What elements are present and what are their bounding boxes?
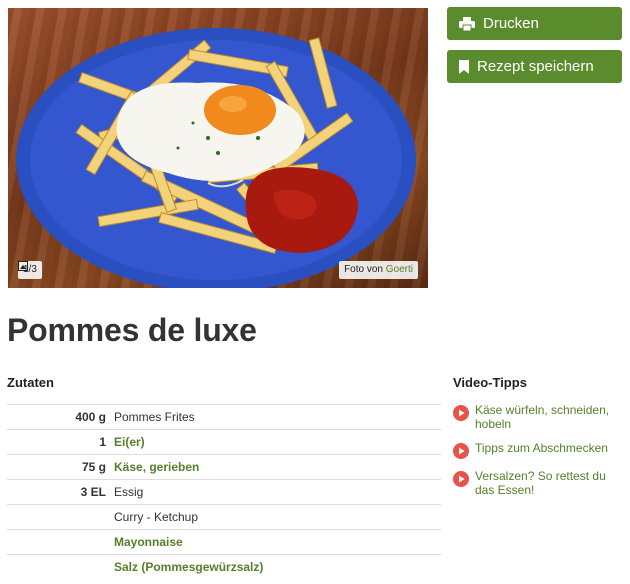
video-tip-item[interactable]: Versalzen? So rettest du das Essen! (453, 469, 623, 497)
photo-credit-prefix: Foto von (344, 264, 383, 275)
ingredient-name: Essig (114, 485, 144, 499)
video-tip-label: Tipps zum Abschmecken (475, 441, 608, 455)
ingredient-amount: 400 g (75, 410, 106, 424)
video-tips-list: Käse würfeln, schneiden, hobeln Tipps zu… (453, 403, 623, 507)
ingredient-name: Curry - Ketchup (114, 510, 199, 524)
ingredient-link[interactable]: Ei(er) (114, 430, 441, 455)
recipe-photo[interactable]: 1/3 Foto von Goerti (8, 8, 428, 288)
ingredient-row: Curry - Ketchup (7, 504, 441, 530)
printer-icon (459, 16, 475, 31)
ingredient-link[interactable]: Käse, gerieben (114, 455, 441, 480)
ingredient-amount (7, 555, 114, 580)
ingredient-amount (7, 505, 114, 530)
play-icon (453, 443, 469, 459)
video-tip-item[interactable]: Käse würfeln, schneiden, hobeln (453, 403, 623, 431)
photo-credit: Foto von Goerti (339, 261, 418, 279)
ingredient-name: Pommes Frites (114, 410, 195, 424)
photo-credit-author-link[interactable]: Goerti (386, 264, 413, 275)
gallery-icon (18, 261, 28, 271)
ingredients-table: 400 g Pommes Frites 1 Ei(er) 75 g Käse, … (7, 404, 441, 580)
play-icon (453, 405, 469, 421)
ingredient-row: Salz (Pommesgewürzsalz) (7, 554, 441, 580)
save-recipe-button-label: Rezept speichern (477, 58, 594, 75)
ingredient-row: 75 g Käse, gerieben (7, 454, 441, 480)
photo-counter: 1/3 (18, 261, 42, 279)
video-tip-label: Versalzen? So rettest du das Essen! (475, 469, 606, 497)
print-button-label: Drucken (483, 15, 539, 32)
play-icon (453, 471, 469, 487)
ingredient-amount (7, 530, 114, 555)
ingredient-amount: 1 (99, 435, 106, 449)
ingredients-heading: Zutaten (7, 375, 54, 390)
ingredient-row: 1 Ei(er) (7, 429, 441, 455)
video-tip-label: Käse würfeln, schneiden, hobeln (475, 403, 610, 431)
ingredient-amount: 3 EL (80, 485, 106, 499)
video-tips-heading: Video-Tipps (453, 375, 527, 390)
ingredient-row: 3 EL Essig (7, 479, 441, 505)
page-title: Pommes de luxe (7, 312, 257, 348)
save-recipe-button[interactable]: Rezept speichern (447, 50, 622, 83)
ingredient-row: Mayonnaise (7, 529, 441, 555)
ingredient-link[interactable]: Salz (Pommesgewürzsalz) (114, 555, 441, 580)
ingredient-row: 400 g Pommes Frites (7, 404, 441, 430)
ingredient-amount: 75 g (81, 460, 106, 474)
print-button[interactable]: Drucken (447, 7, 622, 40)
video-tip-item[interactable]: Tipps zum Abschmecken (453, 441, 623, 459)
ingredient-link[interactable]: Mayonnaise (114, 530, 441, 555)
food-illustration (16, 28, 416, 288)
bookmark-icon (459, 59, 469, 74)
